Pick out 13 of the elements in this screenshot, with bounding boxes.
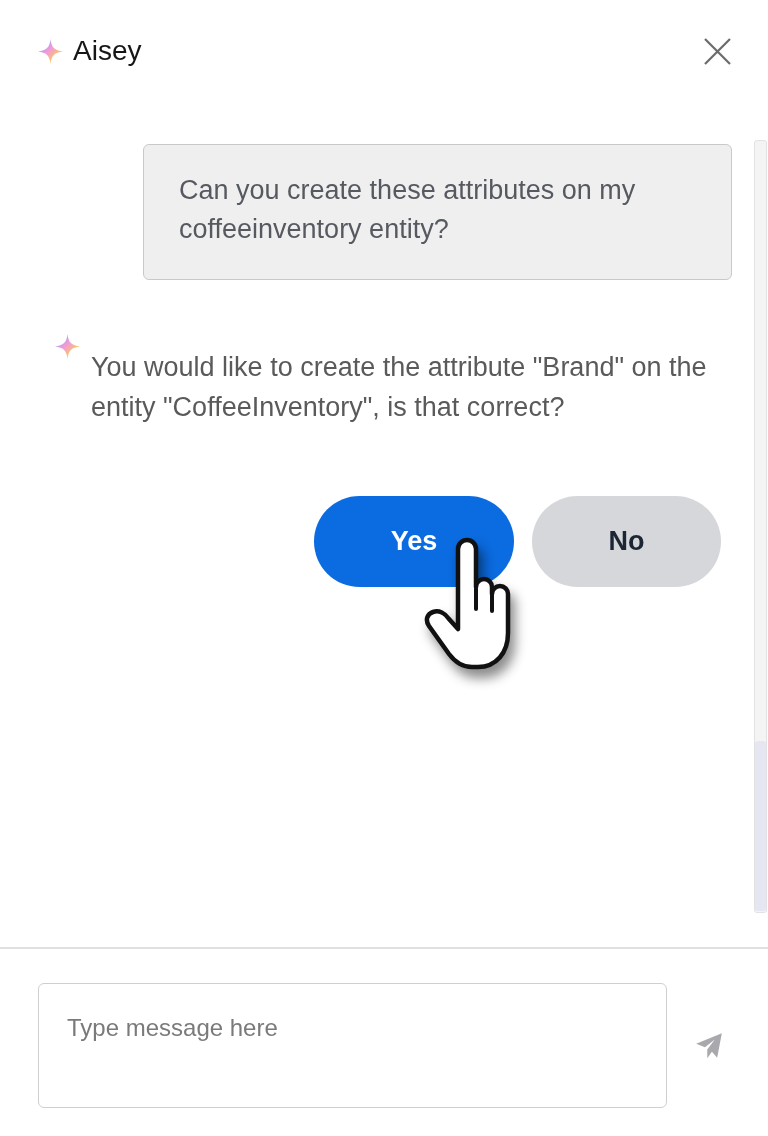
quick-reply-button[interactable]: Yes bbox=[314, 496, 514, 587]
send-icon bbox=[695, 1032, 723, 1060]
close-button[interactable] bbox=[703, 37, 731, 65]
assistant-message: You would like to create the attribute "Brand" on the entity "CoffeeInventory", is that correct? bbox=[91, 351, 708, 424]
scrollbar-thumb[interactable] bbox=[755, 741, 766, 911]
sparkle-icon bbox=[38, 38, 63, 64]
sparkle-icon bbox=[55, 334, 80, 359]
close-icon bbox=[703, 37, 731, 65]
quick-reply-button[interactable]: No bbox=[532, 496, 721, 587]
user-message: Can you create these attributes on my coffeeinventory entity? bbox=[143, 144, 732, 280]
assistant-name: Aisey bbox=[73, 35, 142, 67]
message-input[interactable]: Type message here bbox=[38, 983, 667, 1108]
send-button[interactable] bbox=[694, 1031, 724, 1061]
